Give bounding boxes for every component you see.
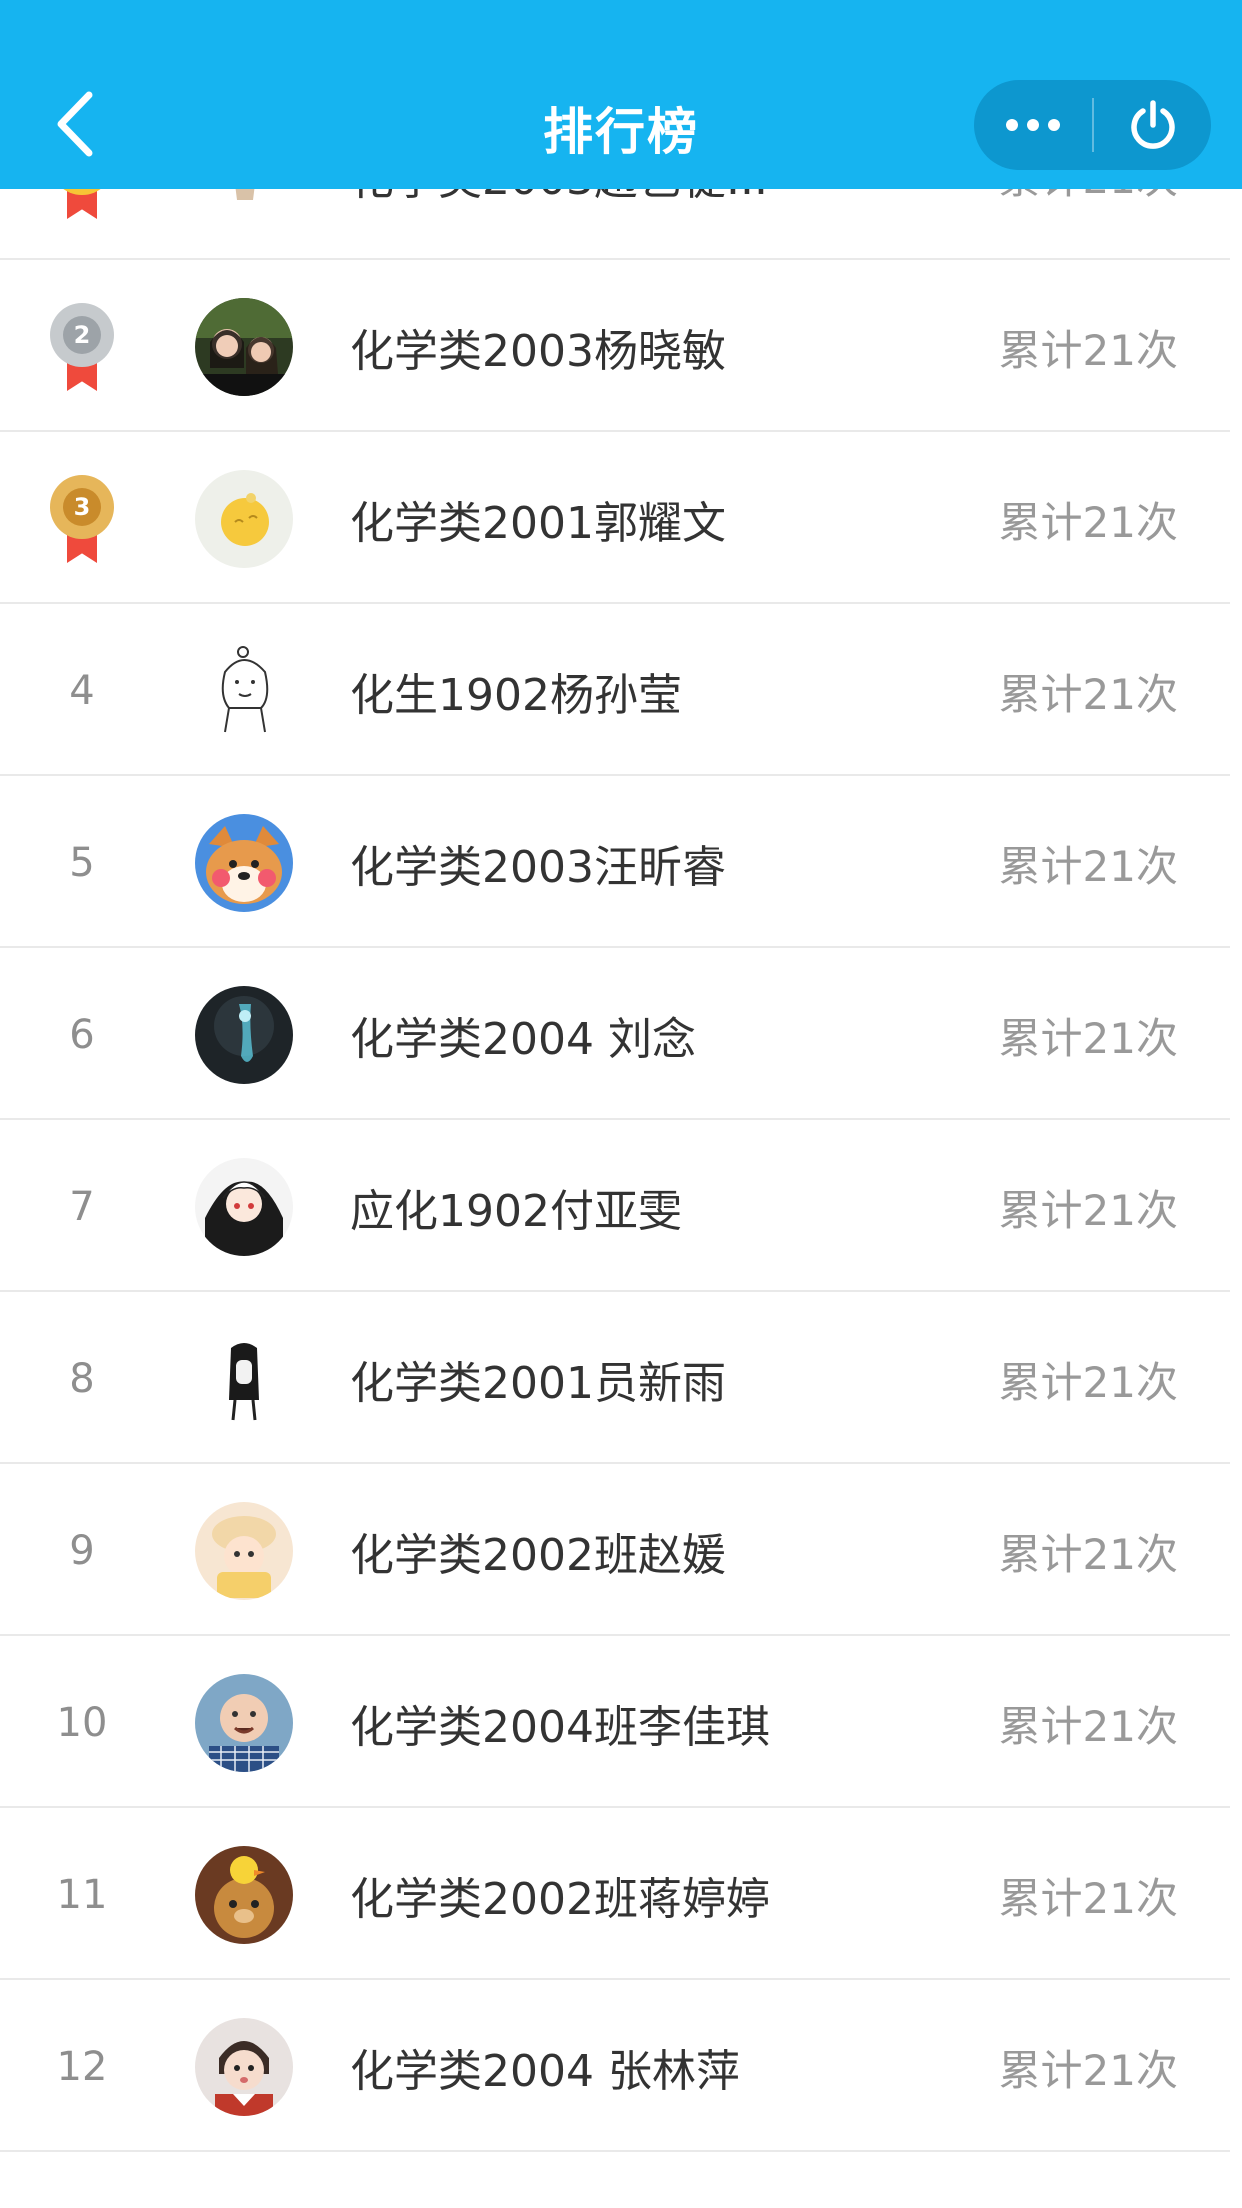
rank-cell: 7 — [22, 1122, 142, 1292]
count-label: 累计21次 — [998, 1013, 1178, 1063]
user-name: 应化1902付亚雯 — [350, 1186, 682, 1237]
ranking-row[interactable]: 2 化学类2003杨晓敏 累计21次 — [0, 262, 1230, 432]
ranking-row[interactable]: 10 化学类2004班李佳琪 累计21次 — [0, 1638, 1230, 1808]
close-button[interactable] — [1094, 80, 1211, 170]
rank-cell: 6 — [22, 950, 142, 1120]
rank-number: 2 — [63, 316, 101, 354]
avatar — [195, 470, 293, 568]
avatar — [195, 1158, 293, 1256]
more-dots-icon — [1006, 119, 1060, 131]
ranking-row[interactable]: 9 化学类2002班赵媛 累计21次 — [0, 1466, 1230, 1636]
ranking-row[interactable]: 4 化生1902杨孙莹 累计21次 — [0, 606, 1230, 776]
ranking-row[interactable]: 11 化学类2002班蒋婷婷 累计21次 — [0, 1810, 1230, 1980]
avatar — [195, 1502, 293, 1600]
count-label: 累计21次 — [998, 2045, 1178, 2095]
avatar — [195, 1674, 293, 1772]
user-name: 化学类2004 张林萍 — [350, 2046, 740, 2097]
count-label: 累计21次 — [998, 325, 1178, 375]
user-name: 化学类2003汪昕睿 — [350, 842, 726, 893]
count-label: 累计21次 — [998, 1185, 1178, 1235]
rank-number: 7 — [69, 1184, 95, 1230]
avatar — [195, 2018, 293, 2116]
rank-number: 12 — [56, 2044, 108, 2090]
silver-medal-icon: 2 — [50, 303, 114, 395]
ranking-row[interactable]: 12 化学类2004 张林萍 累计21次 — [0, 1982, 1230, 2152]
rank-number: 5 — [69, 840, 95, 886]
power-icon — [1130, 100, 1175, 149]
capsule-menu — [974, 80, 1211, 170]
rank-number: 11 — [56, 1872, 108, 1918]
user-name: 化学类2002班赵媛 — [350, 1530, 726, 1581]
rank-cell: 10 — [22, 1638, 142, 1808]
rank-number: 10 — [56, 1700, 108, 1746]
avatar — [195, 642, 293, 740]
count-label: 累计21次 — [998, 841, 1178, 891]
avatar — [195, 986, 293, 1084]
more-button[interactable] — [974, 80, 1092, 170]
user-name: 化学类2002班蒋婷婷 — [350, 1874, 770, 1925]
avatar — [195, 1846, 293, 1944]
ranking-row[interactable]: 5 化学类2003汪昕睿 累计21次 — [0, 778, 1230, 948]
rank-cell: 8 — [22, 1294, 142, 1464]
rank-cell: 9 — [22, 1466, 142, 1636]
count-label: 累计21次 — [998, 1357, 1178, 1407]
user-name: 化学类2001郭耀文 — [350, 498, 726, 549]
avatar — [195, 298, 293, 396]
count-label: 累计21次 — [998, 669, 1178, 719]
rank-number: 9 — [69, 1528, 95, 1574]
ranking-row[interactable]: 7 应化1902付亚雯 累计21次 — [0, 1122, 1230, 1292]
user-name: 化学类2003杨晓敏 — [350, 326, 726, 377]
user-name: 化学类2004班李佳琪 — [350, 1702, 770, 1753]
rank-cell: 2 — [22, 262, 142, 432]
count-label: 累计21次 — [998, 497, 1178, 547]
ranking-row[interactable]: 8 化学类2001员新雨 累计21次 — [0, 1294, 1230, 1464]
count-label: 累计21次 — [998, 1529, 1178, 1579]
nav-bar: 排行榜 — [0, 0, 1242, 189]
rank-cell: 11 — [22, 1810, 142, 1980]
user-name: 化生1902杨孙莹 — [350, 670, 682, 721]
avatar — [195, 1330, 293, 1428]
rank-number: 4 — [69, 668, 95, 714]
rank-number: 6 — [69, 1012, 95, 1058]
ranking-row[interactable]: 6 化学类2004 刘念 累计21次 — [0, 950, 1230, 1120]
user-name: 化学类2004 刘念 — [350, 1014, 696, 1065]
rank-cell: 3 — [22, 434, 142, 604]
rank-cell: 5 — [22, 778, 142, 948]
rank-cell: 12 — [22, 1982, 142, 2152]
count-label: 累计21次 — [998, 1873, 1178, 1923]
rank-number: 3 — [63, 488, 101, 526]
avatar — [195, 814, 293, 912]
count-label: 累计21次 — [998, 1701, 1178, 1751]
rank-number: 8 — [69, 1356, 95, 1402]
user-name: 化学类2001员新雨 — [350, 1358, 726, 1409]
ranking-row[interactable]: 3 化学类2001郭耀文 累计21次 — [0, 434, 1230, 604]
rank-cell: 4 — [22, 606, 142, 776]
bronze-medal-icon: 3 — [50, 475, 114, 567]
